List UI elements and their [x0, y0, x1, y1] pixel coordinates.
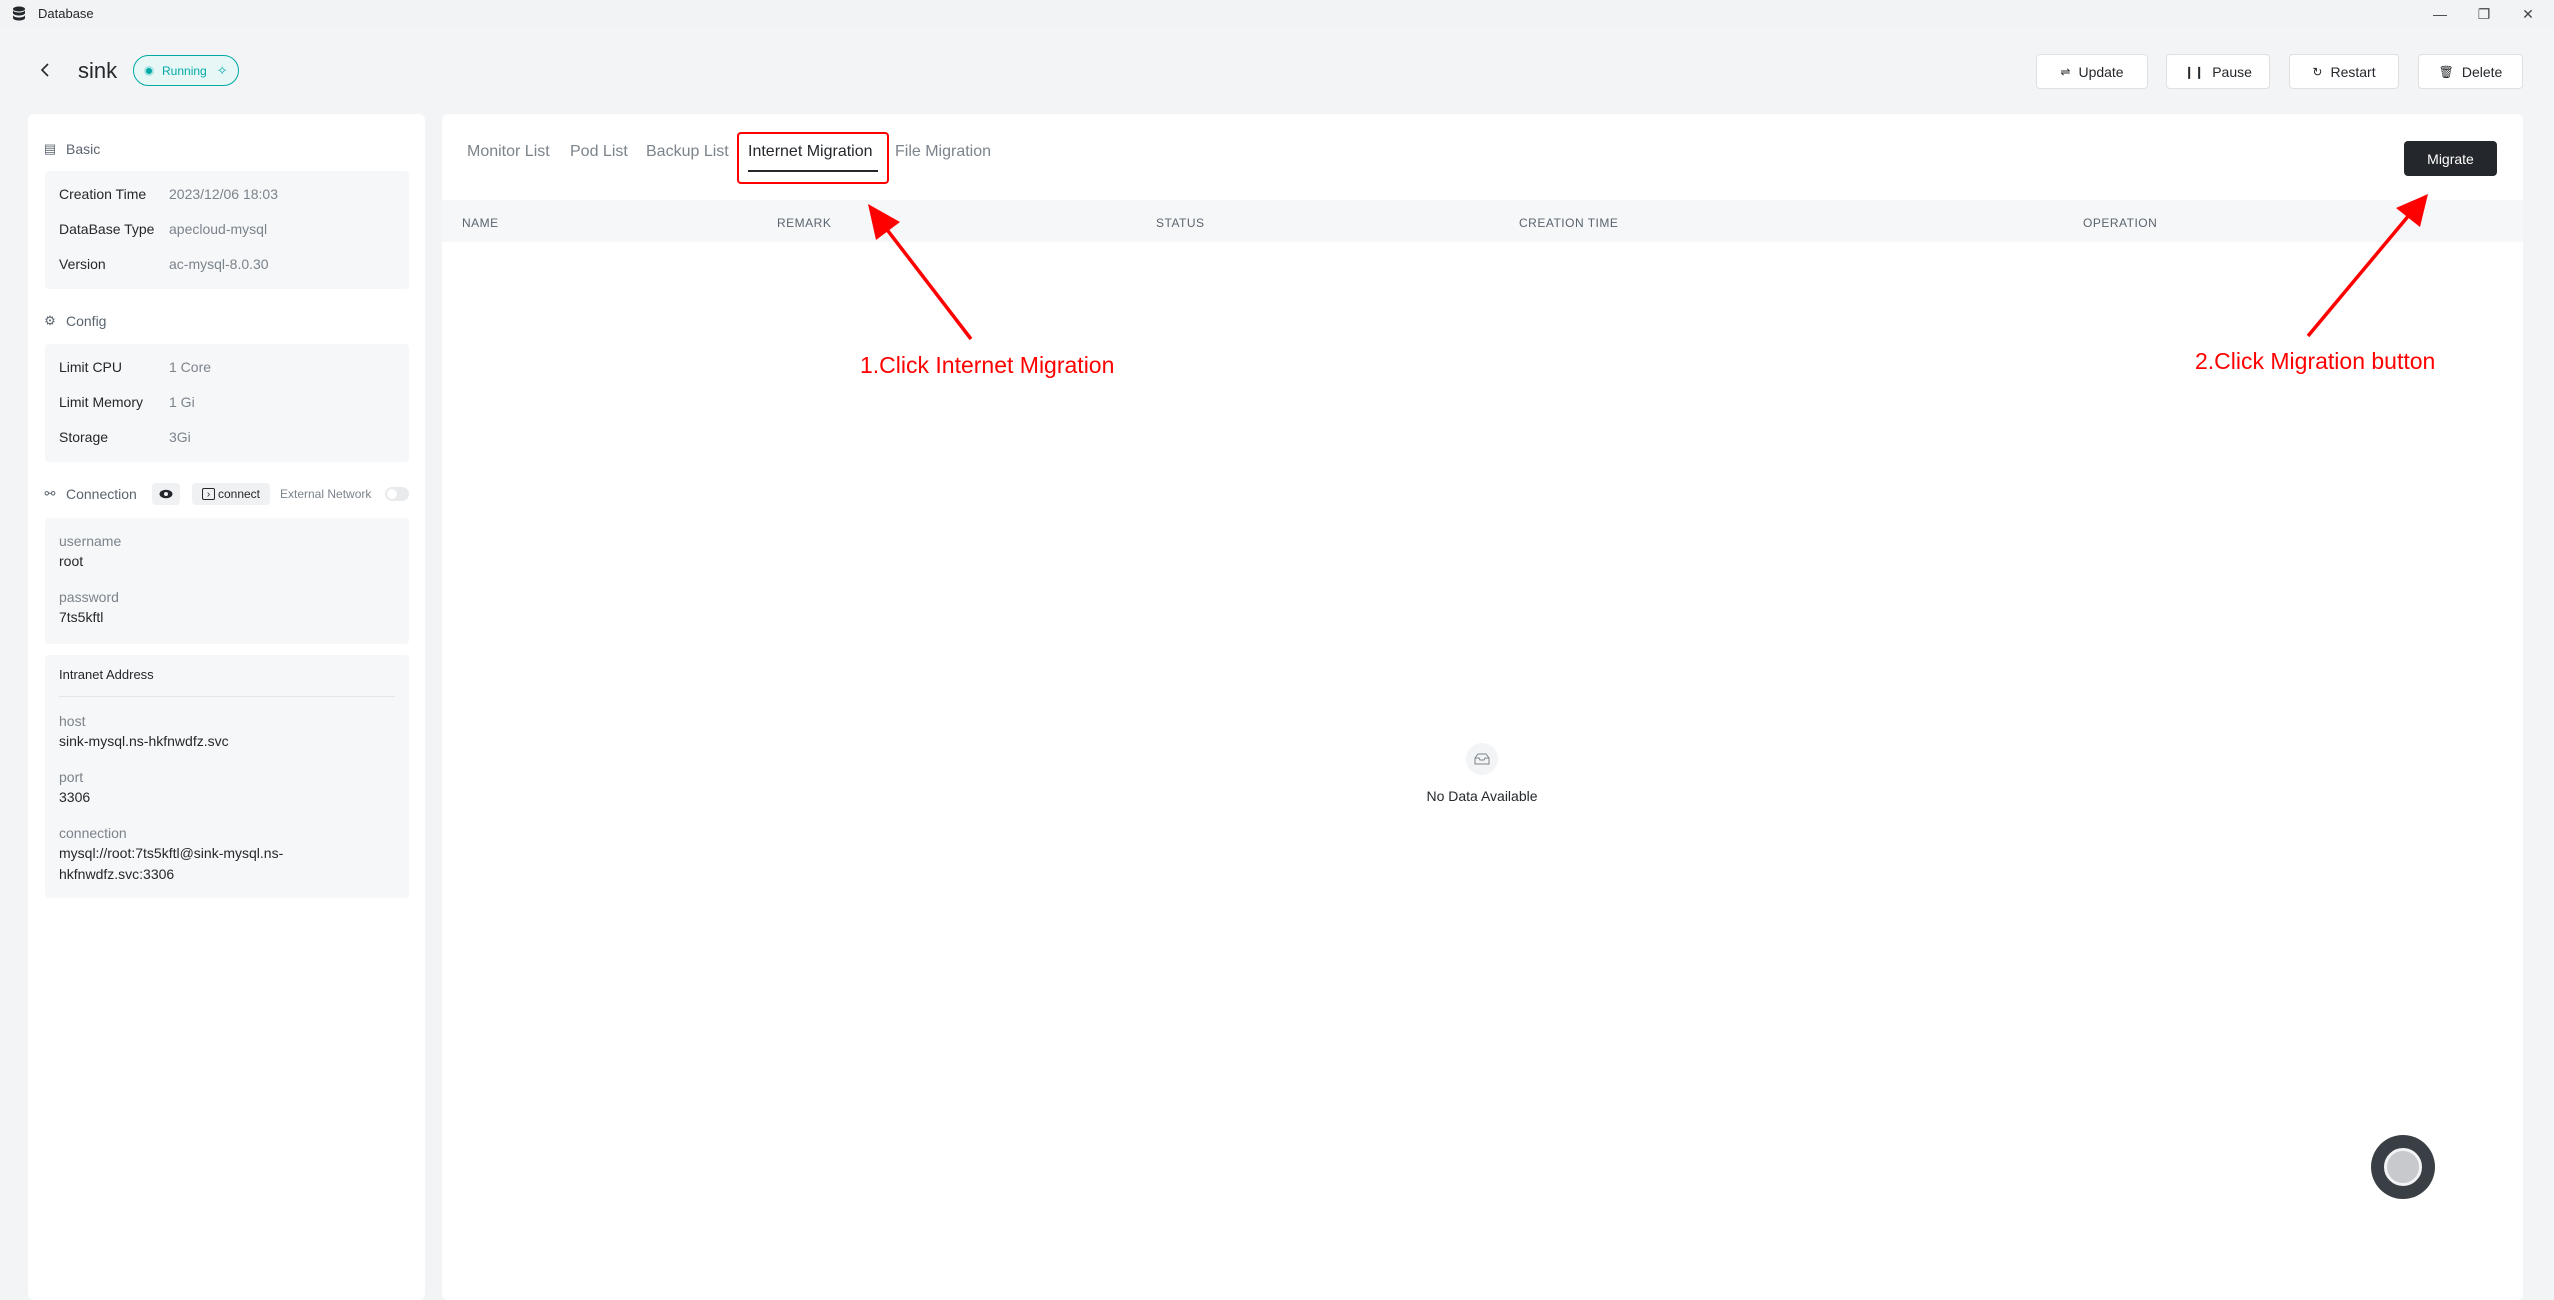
- sparkle-icon: ✧: [216, 62, 228, 78]
- pause-icon: ❙❙: [2184, 64, 2205, 79]
- delete-icon: 🗑: [2438, 64, 2454, 79]
- connection-string-line1: mysql://root:7ts5kftl@sink-mysql.ns-: [59, 845, 284, 861]
- restore-button[interactable]: ❐: [2462, 2, 2506, 26]
- table-header: [442, 200, 2523, 242]
- connection-label: connection: [59, 825, 127, 841]
- basic-row: Creation Time 2023/12/06 18:03: [59, 186, 278, 202]
- gear-icon: ⚙: [44, 313, 56, 328]
- basic-section-title: ▤ Basic: [43, 141, 101, 157]
- update-label: Update: [2078, 63, 2124, 80]
- annotation-step1: 1.Click Internet Migration: [860, 352, 1115, 378]
- status-badge: Running ✧: [133, 55, 239, 86]
- chevron-left-icon: [40, 63, 49, 77]
- delete-label: Delete: [2461, 63, 2503, 80]
- connection-section-title: ⚯ Connection: [42, 486, 137, 502]
- column-header-status[interactable]: STATUS: [1156, 216, 1205, 230]
- empty-box-icon: [1466, 743, 1498, 775]
- eye-icon: [159, 489, 173, 499]
- delete-button[interactable]: 🗑 Delete: [2418, 54, 2523, 89]
- basic-row: DataBase Type apecloud-mysql: [59, 221, 268, 237]
- intranet-address-title: Intranet Address: [59, 667, 154, 682]
- intranet-address-box: Intranet Address host sink-mysql.ns-hkfn…: [45, 655, 409, 898]
- column-header-operation[interactable]: OPERATION: [2083, 216, 2157, 230]
- close-icon: ✕: [2522, 5, 2534, 22]
- restore-icon: ❐: [2477, 5, 2491, 22]
- title-bar: Database — ❐ ✕: [0, 0, 2554, 28]
- database-icon: [13, 6, 25, 21]
- basic-info-box: Creation Time 2023/12/06 18:03 DataBase …: [45, 171, 409, 289]
- window-title: Database: [38, 6, 94, 21]
- column-header-remark[interactable]: REMARK: [777, 216, 831, 230]
- show-password-button[interactable]: [152, 483, 180, 505]
- restart-button[interactable]: ↻ Restart: [2289, 54, 2399, 89]
- annotation-step2: 2.Click Migration button: [2195, 348, 2436, 374]
- empty-state-text: No Data Available: [1426, 788, 1538, 804]
- tab-pod-list[interactable]: Pod List: [570, 143, 628, 161]
- config-info-box: Limit CPU 1 Core Limit Memory 1 Gi Stora…: [45, 344, 409, 462]
- config-row: Limit Memory 1 Gi: [59, 394, 195, 410]
- minimize-icon: —: [2433, 6, 2447, 22]
- password-label: password: [59, 589, 119, 605]
- tab-file-migration[interactable]: File Migration: [895, 143, 991, 161]
- config-section-title: ⚙ Config: [42, 313, 106, 329]
- annotation-highlight-box: [737, 132, 889, 184]
- database-name: sink: [78, 58, 118, 83]
- migrate-button[interactable]: Migrate: [2404, 141, 2497, 176]
- tab-monitor-list[interactable]: Monitor List: [467, 143, 550, 161]
- port-label: port: [59, 769, 84, 785]
- back-button[interactable]: [34, 58, 56, 82]
- external-network-toggle[interactable]: [385, 487, 409, 501]
- port-value: 3306: [59, 789, 91, 805]
- config-row: Storage 3Gi: [59, 429, 191, 445]
- status-dot-icon: [144, 65, 154, 76]
- external-network-label: External Network: [280, 487, 372, 501]
- divider: [59, 696, 395, 697]
- close-window-button[interactable]: ✕: [2506, 2, 2550, 26]
- host-value: sink-mysql.ns-hkfnwdfz.svc: [59, 733, 229, 749]
- host-label: host: [59, 713, 86, 729]
- column-header-creation-time[interactable]: CREATION TIME: [1519, 216, 1618, 230]
- config-row: Limit CPU 1 Core: [59, 359, 212, 375]
- pause-label: Pause: [2212, 63, 2252, 80]
- connect-button[interactable]: › connect: [192, 483, 270, 505]
- minimize-button[interactable]: —: [2418, 2, 2462, 26]
- tab-backup-list[interactable]: Backup List: [646, 143, 729, 161]
- restart-icon: ↻: [2312, 64, 2323, 79]
- update-icon: ⇌: [2060, 64, 2071, 79]
- pause-button[interactable]: ❙❙ Pause: [2166, 54, 2270, 89]
- status-text: Running: [162, 63, 207, 78]
- connection-string-line2: hkfnwdfz.svc:3306: [59, 866, 175, 882]
- terminal-icon: ›: [201, 488, 215, 500]
- link-icon: ⚯: [44, 486, 56, 501]
- username-value: root: [59, 553, 84, 569]
- column-header-name[interactable]: NAME: [462, 216, 499, 230]
- credentials-box: username root password 7ts5kftl: [45, 518, 409, 644]
- floating-assistant-button[interactable]: [2371, 1135, 2435, 1199]
- update-button[interactable]: ⇌ Update: [2036, 54, 2148, 89]
- document-icon: ▤: [43, 141, 57, 156]
- password-value: 7ts5kftl: [59, 609, 104, 625]
- basic-row: Version ac-mysql-8.0.30: [59, 256, 269, 272]
- restart-label: Restart: [2330, 63, 2376, 80]
- username-label: username: [59, 533, 122, 549]
- assistant-icon: [2384, 1148, 2422, 1186]
- main-panel: [442, 114, 2523, 1300]
